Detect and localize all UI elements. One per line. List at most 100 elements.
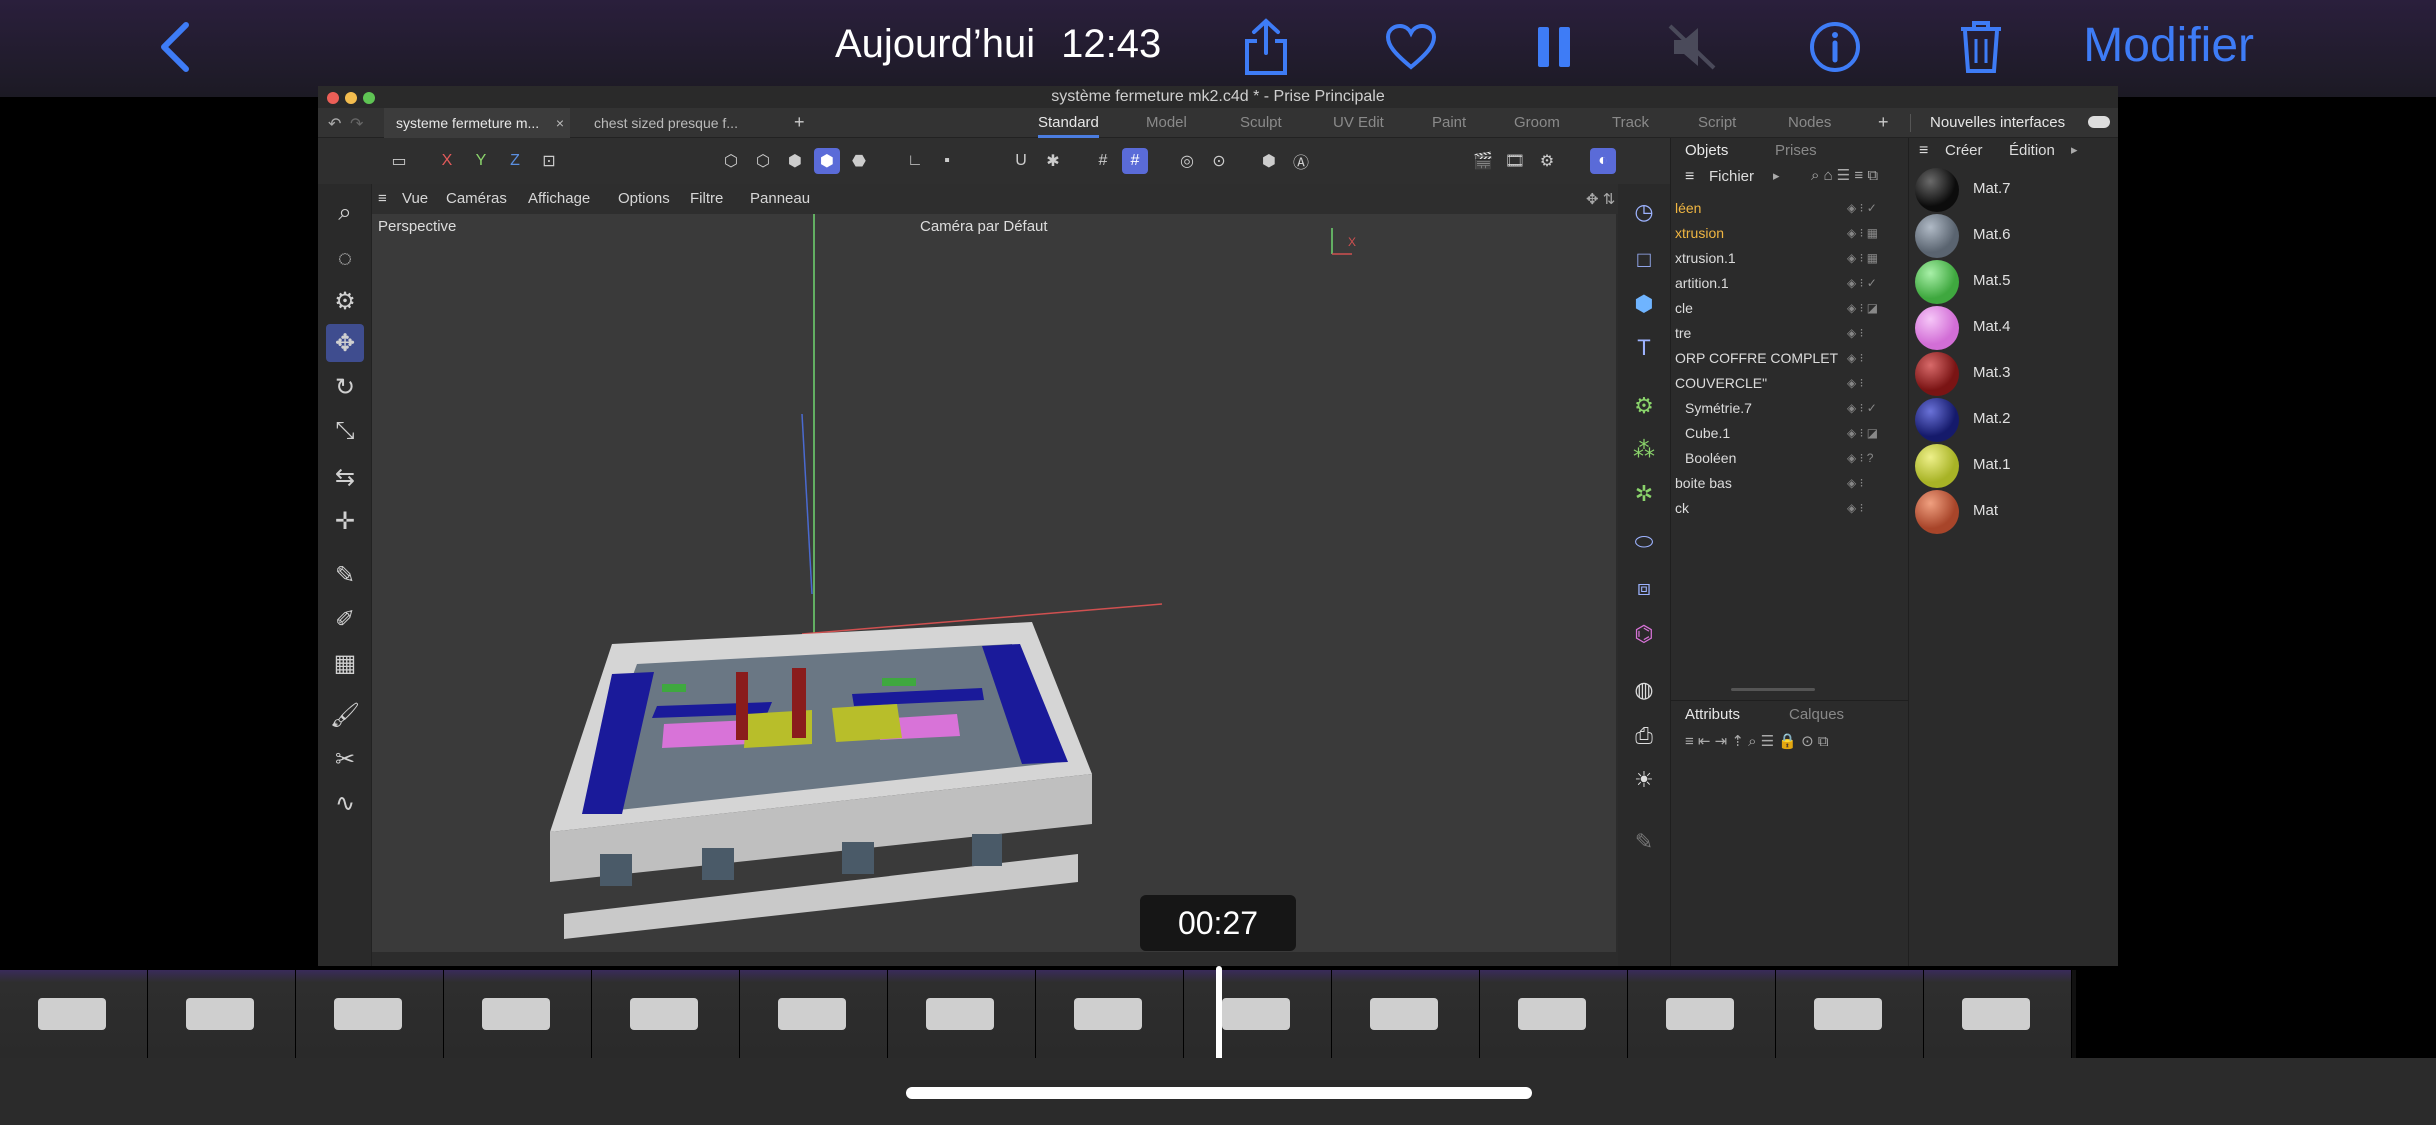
text-tool-icon[interactable]: T: [1626, 330, 1662, 366]
material-item[interactable]: Mat.3: [1915, 352, 2115, 398]
visibility-flags-icon[interactable]: ◈ ⁝ ▦: [1847, 246, 1878, 271]
points-mode-icon[interactable]: ⬡: [718, 148, 744, 174]
spline-sketch-icon[interactable]: ✐: [326, 600, 364, 638]
pause-button[interactable]: [1534, 14, 1574, 80]
material-item[interactable]: Mat.1: [1915, 444, 2115, 490]
close-tab-icon[interactable]: ×: [556, 108, 564, 138]
object-row[interactable]: COUVERCLE" ◈ ⁝: [1671, 371, 1909, 396]
attributes-toolbar-icons[interactable]: ≡ ⇤ ⇥ ⇡ ⌕ ☰ 🔒 ⊙ ⧉: [1685, 732, 1829, 750]
material-item[interactable]: Mat.4: [1915, 306, 2115, 352]
grid-snap-icon[interactable]: #: [1122, 148, 1148, 174]
polygons-mode-icon[interactable]: ⬢: [782, 148, 808, 174]
home-indicator[interactable]: [906, 1087, 1532, 1099]
layout-tab-uv-edit[interactable]: UV Edit: [1333, 108, 1384, 138]
spline-smooth-icon[interactable]: ∿: [326, 784, 364, 822]
back-button[interactable]: [150, 14, 200, 80]
visibility-flags-icon[interactable]: ◈ ⁝ ✓: [1847, 196, 1877, 221]
viewport-solo-icon[interactable]: ◎: [1174, 148, 1200, 174]
render-settings-icon[interactable]: ⚙: [1534, 148, 1560, 174]
visibility-flags-icon[interactable]: ◈ ⁝: [1847, 321, 1863, 346]
visibility-flags-icon[interactable]: ◈ ⁝ ◪: [1847, 421, 1878, 446]
material-item[interactable]: Mat.5: [1915, 260, 2115, 306]
material-item[interactable]: Mat.7: [1915, 168, 2115, 214]
object-row[interactable]: Symétrie.7 ◈ ⁝ ✓: [1671, 396, 1909, 421]
light-icon[interactable]: ☀: [1626, 762, 1662, 798]
edges-mode-icon[interactable]: ⬡: [750, 148, 776, 174]
video-scrubber-filmstrip[interactable]: [0, 970, 2076, 1058]
object-row[interactable]: cle ◈ ⁝ ◪: [1671, 296, 1909, 321]
layout-tab-nodes[interactable]: Nodes: [1788, 108, 1831, 138]
view-menu-vue[interactable]: Vue: [402, 190, 428, 207]
environment-icon[interactable]: ◍: [1626, 672, 1662, 708]
visibility-flags-icon[interactable]: ◈ ⁝ ✓: [1847, 271, 1877, 296]
pen-disabled-icon[interactable]: ✎: [1626, 824, 1662, 860]
camera-icon[interactable]: ⎙: [1626, 718, 1662, 754]
add-layout-icon[interactable]: +: [1878, 112, 1889, 133]
mute-button[interactable]: [1664, 14, 1720, 80]
favorite-button[interactable]: [1382, 14, 1440, 80]
visibility-flags-icon[interactable]: ◈ ⁝ ◪: [1847, 296, 1878, 321]
transfer-tool-icon[interactable]: ⇆: [326, 458, 364, 496]
spline-loop-icon[interactable]: ◷: [1626, 194, 1662, 230]
visibility-flags-icon[interactable]: ◈ ⁝: [1847, 371, 1863, 396]
axis-mode-icon[interactable]: ▪: [934, 148, 960, 174]
archive-icon[interactable]: ▭: [386, 148, 412, 174]
material-item[interactable]: Mat.6: [1915, 214, 2115, 260]
search-icon[interactable]: ⌕: [326, 194, 364, 232]
visibility-flags-icon[interactable]: ◈ ⁝: [1847, 471, 1863, 496]
objects-menu-fichier[interactable]: Fichier: [1709, 168, 1754, 185]
grid-icon[interactable]: #: [1090, 148, 1116, 174]
solo-settings-icon[interactable]: ⊙: [1206, 148, 1232, 174]
object-row[interactable]: boite bas ◈ ⁝: [1671, 471, 1909, 496]
axis-z-toggle[interactable]: Z: [502, 148, 528, 174]
doc-tab-1[interactable]: systeme fermeture m... ×: [384, 108, 570, 138]
field-icon[interactable]: ⧈: [1626, 570, 1662, 606]
layout-tab-paint[interactable]: Paint: [1432, 108, 1466, 138]
visibility-flags-icon[interactable]: ◈ ⁝ ✓: [1847, 396, 1877, 421]
object-row[interactable]: xtrusion ◈ ⁝ ▦: [1671, 221, 1909, 246]
snap-settings-icon[interactable]: ✱: [1040, 148, 1066, 174]
tab-attributs[interactable]: Attributs: [1685, 706, 1740, 723]
viewport-hamburger-icon[interactable]: ≡: [378, 190, 387, 207]
object-row[interactable]: Cube.1 ◈ ⁝ ◪: [1671, 421, 1909, 446]
texture-mode-icon[interactable]: ⬣: [846, 148, 872, 174]
materials-menu-creer[interactable]: Créer: [1945, 142, 1983, 159]
placement-tool-icon[interactable]: ✛: [326, 502, 364, 540]
objects-toolbar-icons[interactable]: ⌕ ⌂ ☰ ≡ ⧉: [1811, 166, 1878, 184]
doc-tab-2[interactable]: chest sized presque f...: [582, 108, 782, 138]
model-mode-icon[interactable]: ⬢: [814, 148, 840, 174]
visibility-flags-icon[interactable]: ◈ ⁝ ▦: [1847, 221, 1878, 246]
delete-button[interactable]: [1954, 14, 2008, 80]
materials-menu-icon[interactable]: ≡: [1919, 142, 1928, 160]
magnet-icon[interactable]: U: [1008, 148, 1034, 174]
object-row[interactable]: artition.1 ◈ ⁝ ✓: [1671, 271, 1909, 296]
visibility-flags-icon[interactable]: ◈ ⁝ ?: [1847, 446, 1873, 471]
volume-icon[interactable]: ⬭: [1626, 524, 1662, 560]
object-row[interactable]: xtrusion.1 ◈ ⁝ ▦: [1671, 246, 1909, 271]
cube-icon[interactable]: ⬢: [1626, 286, 1662, 322]
square-primitive-icon[interactable]: □: [1626, 242, 1662, 278]
tab-objets[interactable]: Objets: [1685, 142, 1728, 159]
redo-icon[interactable]: ↷: [350, 114, 363, 134]
spline-pen-icon[interactable]: ✎: [326, 556, 364, 594]
render-picture-icon[interactable]: 🎞: [1502, 148, 1528, 174]
lod-icon[interactable]: ⬢: [1256, 148, 1282, 174]
view-menu-affichage[interactable]: Affichage: [528, 190, 590, 207]
workplane-icon[interactable]: ∟: [902, 148, 928, 174]
tab-prises[interactable]: Prises: [1775, 142, 1817, 159]
view-menu-filtre[interactable]: Filtre: [690, 190, 723, 207]
3d-viewport[interactable]: Perspective Caméra par Défaut X: [372, 214, 1616, 952]
info-button[interactable]: [1806, 14, 1864, 80]
brush-icon[interactable]: 🖌: [326, 696, 364, 734]
primitive-cubes-icon[interactable]: ▦: [326, 644, 364, 682]
move-tool-icon[interactable]: ✥: [326, 324, 364, 362]
render-view-icon[interactable]: 🎬: [1470, 148, 1496, 174]
visibility-flags-icon[interactable]: ◈ ⁝: [1847, 496, 1863, 521]
layout-tab-model[interactable]: Model: [1146, 108, 1187, 138]
menu-more-icon[interactable]: ▸: [2071, 142, 2078, 158]
menu-more-icon[interactable]: ▸: [1773, 168, 1780, 184]
edit-button[interactable]: Modifier: [2083, 18, 2254, 73]
new-interfaces-toggle[interactable]: [2088, 116, 2110, 128]
view-menu-panneau[interactable]: Panneau: [750, 190, 810, 207]
object-row[interactable]: Booléen ◈ ⁝ ?: [1671, 446, 1909, 471]
